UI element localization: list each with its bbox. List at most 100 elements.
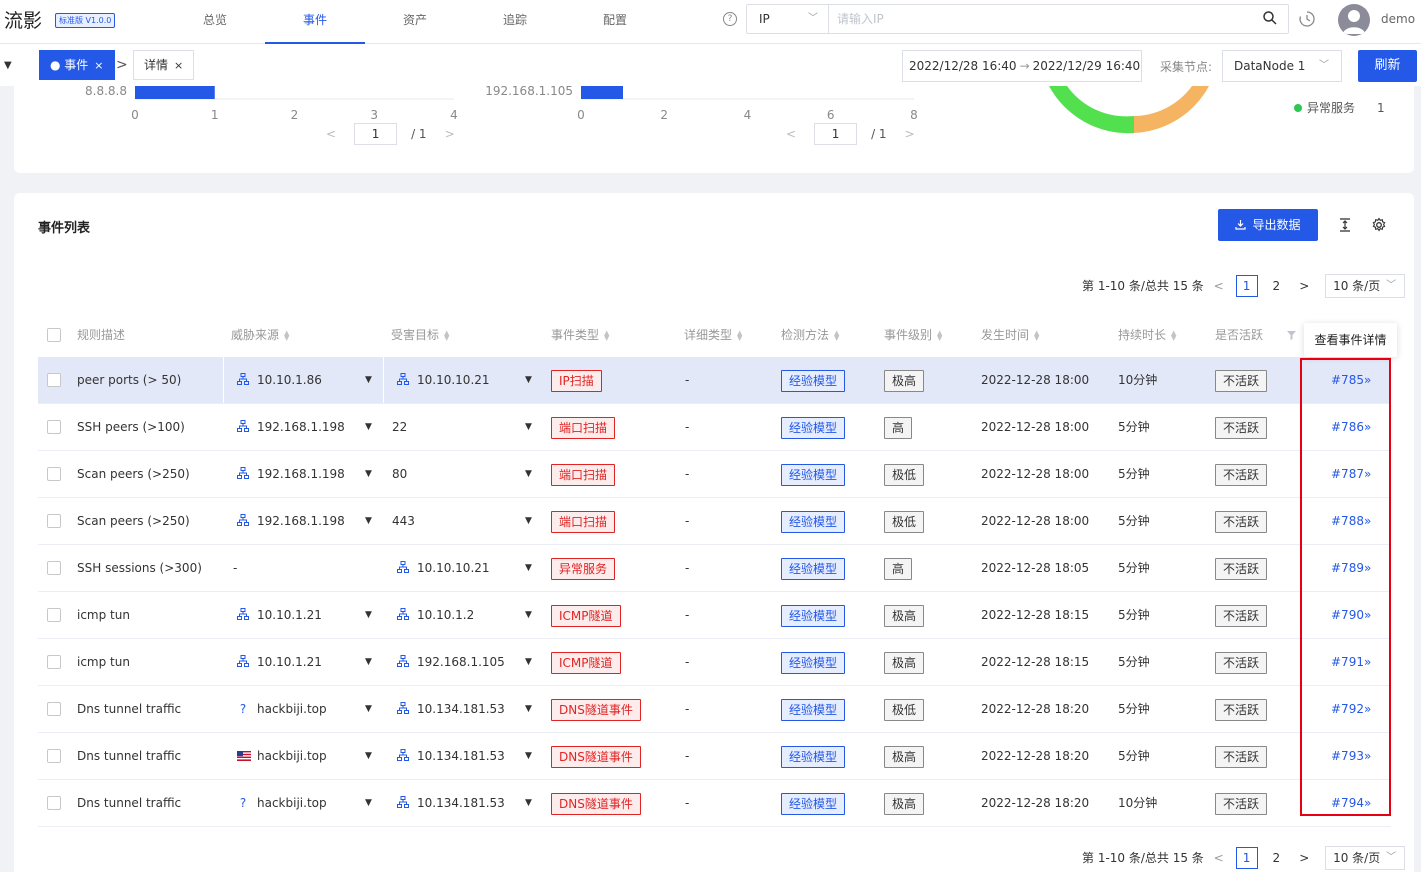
source-cell[interactable]: hackbiji.top bbox=[237, 733, 327, 779]
row-checkbox[interactable] bbox=[47, 467, 61, 481]
col-method[interactable]: 检测方法 ▲ ▼ bbox=[781, 321, 839, 357]
search-input[interactable] bbox=[837, 5, 1257, 33]
chevron-right-icon[interactable]: > bbox=[1299, 846, 1309, 870]
caret-down-icon[interactable]: ▼ bbox=[365, 686, 372, 732]
page-1[interactable]: 1 bbox=[1235, 846, 1258, 869]
history-icon[interactable] bbox=[1298, 10, 1316, 28]
caret-down-icon[interactable]: ▼ bbox=[525, 733, 532, 779]
caret-down-icon[interactable]: ▼ bbox=[365, 780, 372, 826]
caret-down-icon[interactable]: ▼ bbox=[525, 545, 532, 591]
caret-down-icon[interactable]: ▼ bbox=[525, 451, 532, 497]
target-cell[interactable]: 10.10.10.21 bbox=[397, 545, 490, 591]
chevron-left-icon[interactable]: < bbox=[786, 127, 796, 141]
username[interactable]: demo bbox=[1381, 12, 1415, 26]
sort-icon[interactable]: ▲ ▼ bbox=[737, 329, 742, 341]
table-row[interactable]: icmp tun 10.10.1.21 ▼ 10.10.1.2 ▼ ICMP隧道 - 经验模型… bbox=[38, 592, 1391, 639]
tab-events[interactable]: ● 事件 × bbox=[39, 50, 115, 80]
caret-down-icon[interactable]: ▼ bbox=[365, 592, 372, 638]
node-select[interactable]: DataNode 1 ﹀ bbox=[1222, 50, 1342, 82]
source-cell[interactable]: ? hackbiji.top bbox=[237, 686, 327, 732]
tab-detail[interactable]: 详情 × bbox=[133, 50, 195, 80]
row-checkbox[interactable] bbox=[47, 420, 61, 434]
chevron-right-icon[interactable]: > bbox=[1299, 274, 1309, 298]
sort-icon[interactable]: ▲ ▼ bbox=[937, 329, 942, 341]
target-cell[interactable]: 443 bbox=[392, 498, 415, 544]
table-row[interactable]: SSH sessions (>300) - 10.10.10.21 ▼ 异常服务 - 经验模… bbox=[38, 545, 1391, 592]
date-range-picker[interactable]: 2022/12/28 16:40 → 2022/12/29 16:40 bbox=[902, 50, 1142, 82]
page-input[interactable]: 1 bbox=[814, 123, 858, 145]
collapse-icon[interactable]: ▼ bbox=[4, 60, 12, 71]
row-checkbox[interactable] bbox=[47, 514, 61, 528]
target-cell[interactable]: 10.134.181.53 bbox=[397, 733, 505, 779]
page-2[interactable]: 2 bbox=[1265, 847, 1287, 869]
row-checkbox[interactable] bbox=[47, 749, 61, 763]
caret-down-icon[interactable]: ▼ bbox=[525, 639, 532, 685]
caret-down-icon[interactable]: ▼ bbox=[525, 498, 532, 544]
app-logo[interactable]: 流影 bbox=[4, 6, 42, 33]
caret-down-icon[interactable]: ▼ bbox=[365, 404, 372, 450]
sort-icon[interactable]: ▲ ▼ bbox=[834, 329, 839, 341]
source-cell[interactable]: 192.168.1.198 bbox=[237, 498, 345, 544]
col-level[interactable]: 事件级别 ▲ ▼ bbox=[884, 321, 942, 357]
caret-down-icon[interactable]: ▼ bbox=[525, 404, 532, 450]
table-row[interactable]: Scan peers (>250) 192.168.1.198 ▼ 80 ▼ 端口扫描 - 经… bbox=[38, 451, 1391, 498]
target-cell[interactable]: 10.10.1.2 bbox=[397, 592, 474, 638]
source-cell[interactable]: 10.10.1.86 bbox=[237, 357, 322, 403]
select-all-checkbox[interactable] bbox=[47, 328, 61, 342]
sort-icon[interactable]: ▲ ▼ bbox=[1171, 329, 1176, 341]
caret-down-icon[interactable]: ▼ bbox=[525, 592, 532, 638]
nav-overview[interactable]: 总览 bbox=[165, 0, 265, 44]
row-checkbox[interactable] bbox=[47, 796, 61, 810]
caret-down-icon[interactable]: ▼ bbox=[365, 498, 372, 544]
table-row[interactable]: Dns tunnel traffic? hackbiji.top ▼ 10.134.1… bbox=[38, 686, 1391, 733]
table-row[interactable]: SSH peers (>100) 192.168.1.198 ▼ 22 ▼ 端口扫描 - 经验… bbox=[38, 404, 1391, 451]
caret-down-icon[interactable]: ▼ bbox=[525, 780, 532, 826]
nav-trace[interactable]: 追踪 bbox=[465, 0, 565, 44]
col-detail[interactable]: 详细类型 ▲ ▼ bbox=[684, 321, 742, 357]
chevron-right-icon[interactable]: > bbox=[905, 127, 915, 141]
close-icon[interactable]: × bbox=[94, 59, 103, 72]
help-icon[interactable]: ? bbox=[723, 12, 737, 26]
nav-assets[interactable]: 资产 bbox=[365, 0, 465, 44]
search-type-select[interactable]: IP ﹀ bbox=[747, 5, 829, 33]
page-2[interactable]: 2 bbox=[1265, 275, 1287, 297]
col-active[interactable]: 是否活跃 bbox=[1215, 321, 1297, 357]
col-source[interactable]: 威胁来源 ▲ ▼ bbox=[231, 321, 289, 357]
col-type[interactable]: 事件类型 ▲ ▼ bbox=[551, 321, 609, 357]
caret-down-icon[interactable]: ▼ bbox=[365, 357, 372, 403]
caret-down-icon[interactable]: ▼ bbox=[365, 733, 372, 779]
chevron-left-icon[interactable]: < bbox=[1214, 846, 1224, 870]
chevron-right-icon[interactable]: > bbox=[445, 127, 455, 141]
table-row[interactable]: icmp tun 10.10.1.21 ▼ 192.168.1.105 ▼ ICMP隧道 -… bbox=[38, 639, 1391, 686]
sort-icon[interactable]: ▲ ▼ bbox=[444, 329, 449, 341]
row-checkbox[interactable] bbox=[47, 373, 61, 387]
page-size-select[interactable]: 10 条/页 ﹀ bbox=[1325, 273, 1406, 298]
avatar[interactable] bbox=[1338, 4, 1370, 36]
caret-down-icon[interactable]: ▼ bbox=[365, 451, 372, 497]
chevron-left-icon[interactable]: < bbox=[326, 127, 336, 141]
col-duration[interactable]: 持续时长 ▲ ▼ bbox=[1118, 321, 1176, 357]
caret-down-icon[interactable]: ▼ bbox=[365, 639, 372, 685]
col-target[interactable]: 受害目标 ▲ ▼ bbox=[391, 321, 449, 357]
nav-config[interactable]: 配置 bbox=[565, 0, 665, 44]
source-cell[interactable]: 192.168.1.198 bbox=[237, 451, 345, 497]
chevron-left-icon[interactable]: < bbox=[1214, 274, 1224, 298]
target-cell[interactable]: 80 bbox=[392, 451, 407, 497]
target-cell[interactable]: 192.168.1.105 bbox=[397, 639, 505, 685]
column-height-icon[interactable] bbox=[1337, 217, 1353, 233]
nav-events[interactable]: 事件 bbox=[265, 0, 365, 44]
target-cell[interactable]: 22 bbox=[392, 404, 407, 450]
target-cell[interactable]: 10.10.10.21 bbox=[397, 357, 490, 403]
table-row[interactable]: Dns tunnel traffic hackbiji.top ▼ 10.134.18… bbox=[38, 733, 1391, 780]
caret-down-icon[interactable]: ▼ bbox=[525, 686, 532, 732]
page-size-select[interactable]: 10 条/页 ﹀ bbox=[1325, 845, 1406, 870]
page-1[interactable]: 1 bbox=[1235, 274, 1258, 297]
close-icon[interactable]: × bbox=[174, 59, 183, 72]
sort-icon[interactable]: ▲ ▼ bbox=[604, 329, 609, 341]
source-cell[interactable]: 192.168.1.198 bbox=[237, 404, 345, 450]
refresh-button[interactable]: 刷新 bbox=[1358, 50, 1417, 82]
caret-down-icon[interactable]: ▼ bbox=[525, 357, 532, 403]
table-row[interactable]: peer ports (> 50) 10.10.1.86 ▼ 10.10.10.21 ▼… bbox=[38, 357, 1391, 404]
col-time[interactable]: 发生时间 ▲ ▼ bbox=[981, 321, 1039, 357]
target-cell[interactable]: 10.134.181.53 bbox=[397, 780, 505, 826]
